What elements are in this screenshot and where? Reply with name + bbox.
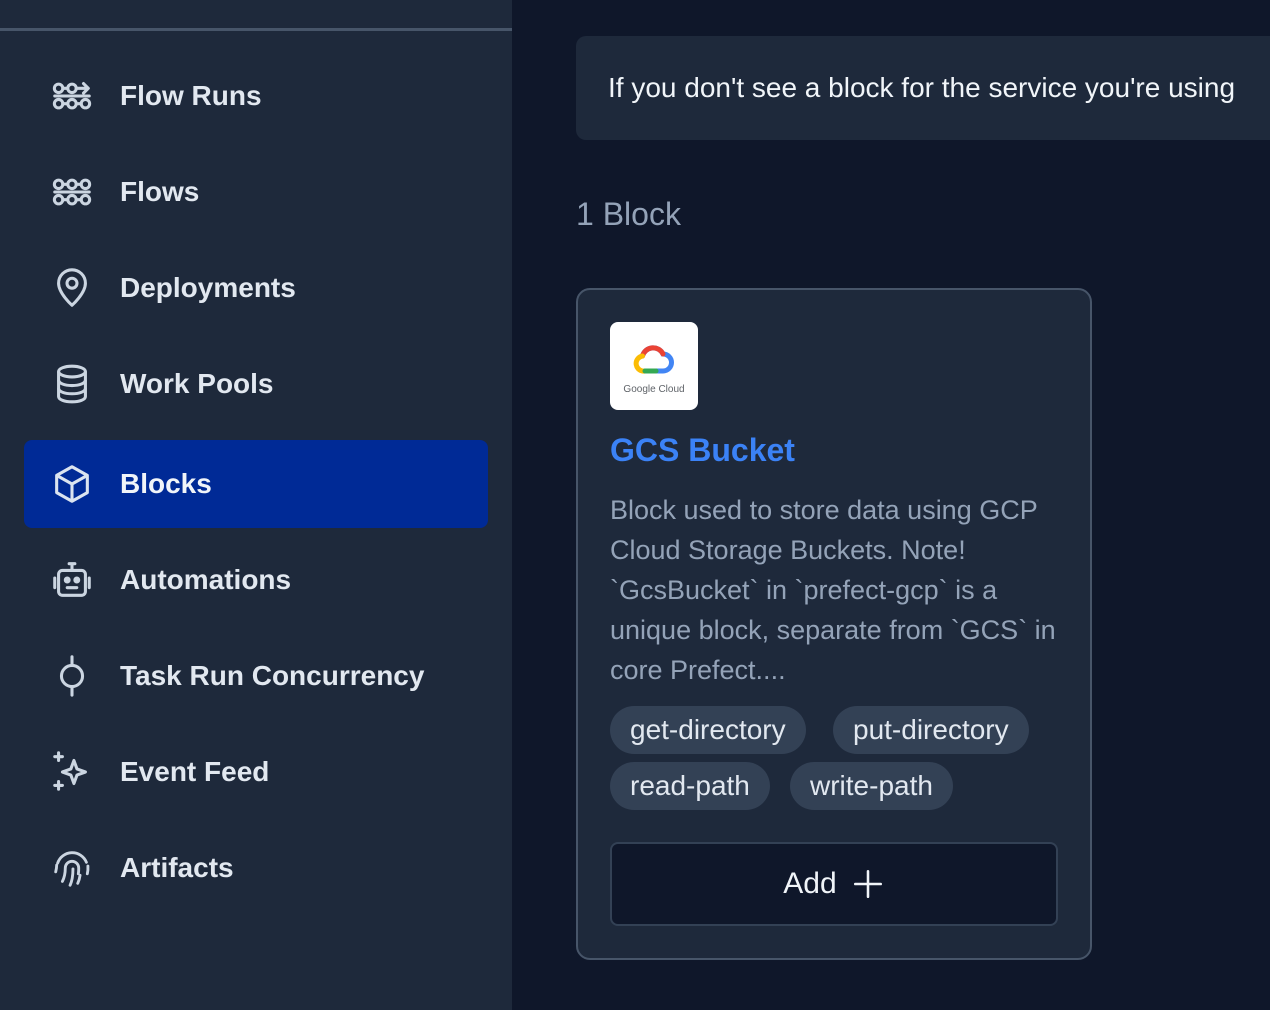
logo-text: Google Cloud <box>623 384 685 395</box>
tag: write-path <box>790 762 953 810</box>
sidebar-item-label: Work Pools <box>120 368 274 399</box>
info-notice: If you don't see a block for the service… <box>576 36 1270 140</box>
concurrency-icon <box>48 654 96 698</box>
flows-icon <box>48 170 96 214</box>
fingerprint-icon <box>48 846 96 890</box>
tag: read-path <box>610 762 770 810</box>
sidebar-item-label: Flow Runs <box>120 80 262 111</box>
sidebar-item-label: Flows <box>120 176 200 207</box>
block-card: Google Cloud GCS Bucket Block used to st… <box>576 288 1092 960</box>
plus-icon <box>851 867 885 901</box>
sidebar-item-deployments[interactable]: Deployments <box>24 244 488 332</box>
sidebar-item-label: Blocks <box>120 468 212 499</box>
tag: put-directory <box>833 706 1029 754</box>
add-button-label: Add <box>783 867 837 900</box>
notice-text: If you don't see a block for the service… <box>608 72 1236 103</box>
robot-icon <box>48 558 96 602</box>
sidebar-item-task-run-concurrency[interactable]: Task Run Concurrency <box>24 632 488 720</box>
block-title-link[interactable]: GCS Bucket <box>610 430 795 470</box>
sidebar-divider <box>0 28 512 31</box>
main-content: If you don't see a block for the service… <box>512 0 1270 1010</box>
sidebar-item-label: Automations <box>120 564 292 595</box>
sidebar-item-label: Task Run Concurrency <box>120 660 425 691</box>
sidebar-item-automations[interactable]: Automations <box>24 536 488 624</box>
sidebar-item-work-pools[interactable]: Work Pools <box>24 340 488 428</box>
block-count: 1 Block <box>576 196 681 232</box>
sidebar-item-blocks[interactable]: Blocks <box>24 440 488 528</box>
sidebar-item-label: Artifacts <box>120 852 234 883</box>
google-cloud-logo: Google Cloud <box>610 322 698 410</box>
sidebar-item-flows[interactable]: Flows <box>24 148 488 236</box>
sidebar: Flow Runs Flows Deployments Work Pools B… <box>0 0 512 1010</box>
sidebar-item-event-feed[interactable]: Event Feed <box>24 728 488 816</box>
cloud-icon <box>633 345 674 374</box>
add-block-button[interactable]: Add <box>610 842 1058 926</box>
database-icon <box>48 362 96 406</box>
sidebar-item-label: Event Feed <box>120 756 270 787</box>
sidebar-item-label: Deployments <box>120 272 296 303</box>
flow-runs-icon <box>48 74 96 118</box>
sparkles-icon <box>48 750 96 794</box>
sidebar-item-flow-runs[interactable]: Flow Runs <box>24 52 488 140</box>
cube-icon <box>48 462 96 506</box>
map-pin-icon <box>48 266 96 310</box>
block-description: Block used to store data using GCP Cloud… <box>610 495 1056 685</box>
tag: get-directory <box>610 706 806 754</box>
sidebar-item-artifacts[interactable]: Artifacts <box>24 824 488 912</box>
